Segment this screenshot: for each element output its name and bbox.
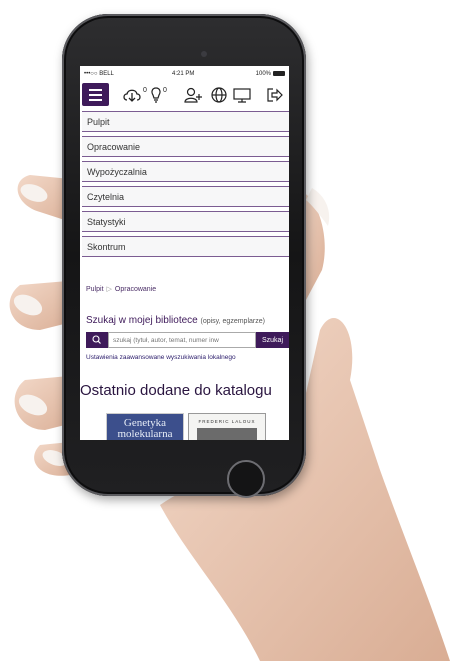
monitor-icon[interactable] [232,86,252,104]
app-toolbar: 0 0 [80,82,289,108]
home-button[interactable] [227,460,265,498]
menu-icon [89,89,102,91]
book-cover[interactable]: Genetyka molekularna [106,413,184,440]
search-bar: Szukaj [86,332,289,348]
carrier-label: •••○○ BELL [84,71,114,77]
battery-icon [273,71,285,76]
book-cover-title: Genetyka molekularna [117,417,173,440]
search-icon [92,335,101,344]
menu-item-skontrum[interactable]: Skontrum [82,236,289,257]
bulb-icon[interactable] [150,86,162,104]
download-icon[interactable] [122,86,142,104]
breadcrumb: Pulpit ▷ Opracowanie [86,285,156,293]
recent-heading: Ostatnio dodane do katalogu [80,382,272,399]
menu-button[interactable] [82,83,109,106]
search-icon-button[interactable] [86,332,108,348]
front-camera [201,51,207,57]
menu-item-opracowanie[interactable]: Opracowanie [82,136,289,157]
book-cover[interactable]: FREDERIC LALOUX [188,413,266,440]
breadcrumb-home-link[interactable]: Pulpit [86,286,104,293]
advanced-search-link[interactable]: Ustawienia zaawansowane wyszukiwania lok… [86,354,236,361]
search-input[interactable] [108,332,256,348]
status-bar: •••○○ BELL 4:21 PM 100% [80,66,289,82]
breadcrumb-separator-icon: ▷ [106,286,112,293]
search-button[interactable]: Szukaj [256,332,289,348]
breadcrumb-current: Opracowanie [114,286,157,293]
battery-indicator: 100% [256,71,285,77]
menu-item-pulpit[interactable]: Pulpit [82,111,289,132]
book-cover-image [197,428,257,440]
menu-item-wypozyczalnia[interactable]: Wypożyczalnia [82,161,289,182]
downloads-count: 0 [143,87,147,94]
search-heading: Szukaj w mojej bibliotece (opisy, egzemp… [86,315,265,326]
book-cover-title: FREDERIC LALOUX [198,419,256,424]
phone-screen: •••○○ BELL 4:21 PM 100% 0 0 Pulpit Oprac… [80,66,289,440]
search-title: Szukaj w mojej bibliotece [86,315,198,326]
notifications-count: 0 [163,87,167,94]
menu-item-czytelnia[interactable]: Czytelnia [82,186,289,207]
add-user-icon[interactable] [183,86,203,104]
main-menu: Pulpit Opracowanie Wypożyczalnia Czyteln… [82,111,289,261]
globe-icon[interactable] [210,86,228,104]
search-subtitle: (opisy, egzemplarze) [200,318,265,325]
clock: 4:21 PM [172,71,195,77]
battery-label: 100% [255,71,271,78]
menu-item-statystyki[interactable]: Statystyki [82,211,289,232]
logout-icon[interactable] [266,86,284,104]
